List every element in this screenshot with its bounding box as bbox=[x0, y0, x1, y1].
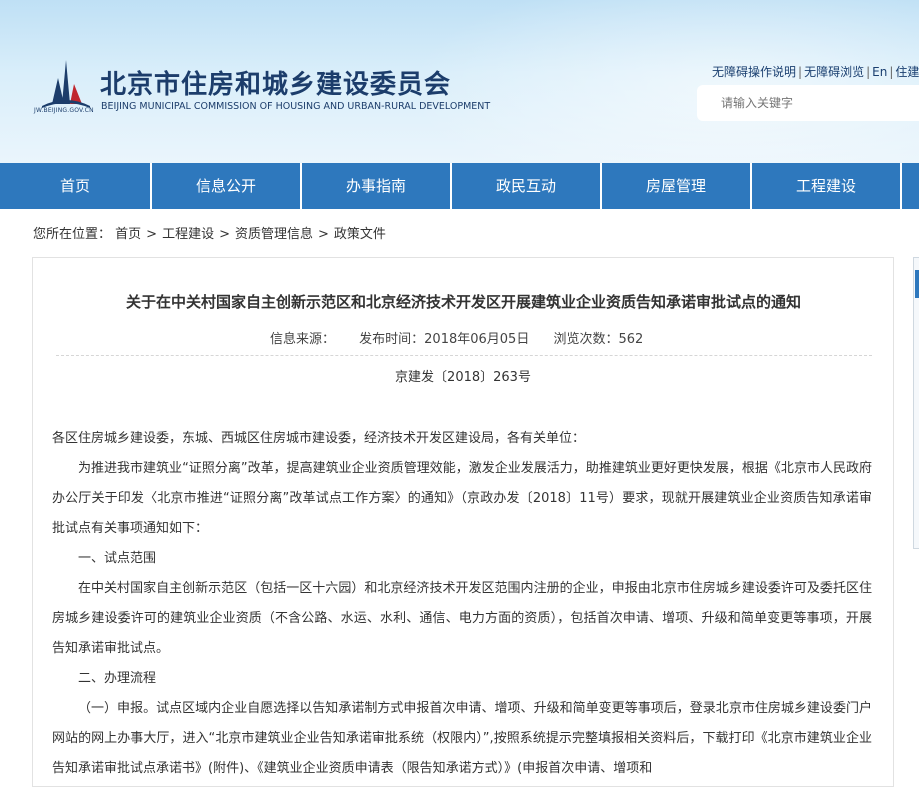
accessibility-browse-link[interactable]: 无障碍浏览 bbox=[804, 65, 864, 79]
article-title: 关于在中关村国家自主创新示范区和北京经济技术开发区开展建筑业企业资质告知承诺审批… bbox=[125, 293, 801, 311]
publish-time: 发布时间：2018年06月05日 bbox=[359, 332, 530, 347]
search-input[interactable] bbox=[697, 85, 919, 121]
breadcrumb: 您所在位置： 首页 > 工程建设 > 资质管理信息 > 政策文件 bbox=[33, 223, 386, 242]
mobile-link[interactable]: 住建 bbox=[895, 65, 919, 79]
breadcrumb-label: 您所在位置： bbox=[33, 227, 112, 242]
site-title[interactable]: 北京市住房和城乡建设委员会 bbox=[100, 64, 451, 101]
breadcrumb-construction[interactable]: 工程建设 bbox=[162, 227, 214, 242]
paragraph-scope: 在中关村国家自主创新示范区（包括一区十六园）和北京经济技术开发区范围内注册的企业… bbox=[52, 581, 872, 656]
site-title-english: BEIJING MUNICIPAL COMMISSION OF HOUSING … bbox=[101, 101, 491, 112]
main-navigation: 首页 信息公开 办事指南 政民互动 房屋管理 工程建设 bbox=[0, 163, 919, 209]
document-number: 京建发〔2018〕263号 bbox=[395, 370, 531, 385]
nav-item-service-guide[interactable]: 办事指南 bbox=[302, 163, 452, 209]
meta-divider bbox=[56, 355, 872, 356]
breadcrumb-policy-documents[interactable]: 政策文件 bbox=[334, 227, 386, 242]
accessibility-guide-link[interactable]: 无障碍操作说明 bbox=[712, 65, 796, 79]
breadcrumb-home[interactable]: 首页 bbox=[115, 227, 141, 242]
link-separator: | bbox=[889, 65, 894, 79]
link-separator: | bbox=[866, 65, 871, 79]
breadcrumb-qualification[interactable]: 资质管理信息 bbox=[235, 227, 313, 242]
breadcrumb-separator: > bbox=[146, 227, 158, 242]
site-header: JW.BEIJING.GOV.CN 北京市住房和城乡建设委员会 BEIJING … bbox=[0, 0, 919, 163]
info-source: 信息来源： bbox=[270, 332, 336, 347]
header-decoration bbox=[380, 0, 919, 163]
nav-item-public-interaction[interactable]: 政民互动 bbox=[452, 163, 602, 209]
section-heading-process: 二、办理流程 bbox=[78, 671, 157, 686]
view-count: 浏览次数：562 bbox=[553, 332, 644, 347]
link-separator: | bbox=[798, 65, 803, 79]
nav-item-information-disclosure[interactable]: 信息公开 bbox=[152, 163, 302, 209]
paragraph-application: （一）申报。试点区域内企业自愿选择以告知承诺制方式申报首次申请、增项、升级和简单… bbox=[52, 701, 872, 776]
article-body: 各区住房城乡建设委，东城、西城区住房城市建设委，经济技术开发区建设局，各有关单位… bbox=[52, 424, 872, 784]
breadcrumb-separator: > bbox=[219, 227, 230, 242]
paragraph-intro: 为推进我市建筑业“证照分离”改革，提高建筑业企业资质管理效能，激发企业发展活力，… bbox=[52, 461, 872, 536]
logo-domain-text: JW.BEIJING.GOV.CN bbox=[34, 107, 94, 114]
article-meta: 信息来源： 发布时间：2018年06月05日 浏览次数：562 bbox=[270, 328, 663, 347]
section-heading-scope: 一、试点范围 bbox=[78, 551, 157, 566]
paragraph-salutation: 各区住房城乡建设委，东城、西城区住房城市建设委，经济技术开发区建设局，各有关单位… bbox=[52, 431, 586, 446]
nav-item-housing-management[interactable]: 房屋管理 bbox=[602, 163, 752, 209]
nav-item-construction[interactable]: 工程建设 bbox=[752, 163, 902, 209]
nav-item-home[interactable]: 首页 bbox=[0, 163, 152, 209]
breadcrumb-separator: > bbox=[318, 227, 329, 242]
top-links: 无障碍操作说明 | 无障碍浏览 | En | 住建 bbox=[712, 63, 919, 80]
english-link[interactable]: En bbox=[872, 65, 887, 79]
